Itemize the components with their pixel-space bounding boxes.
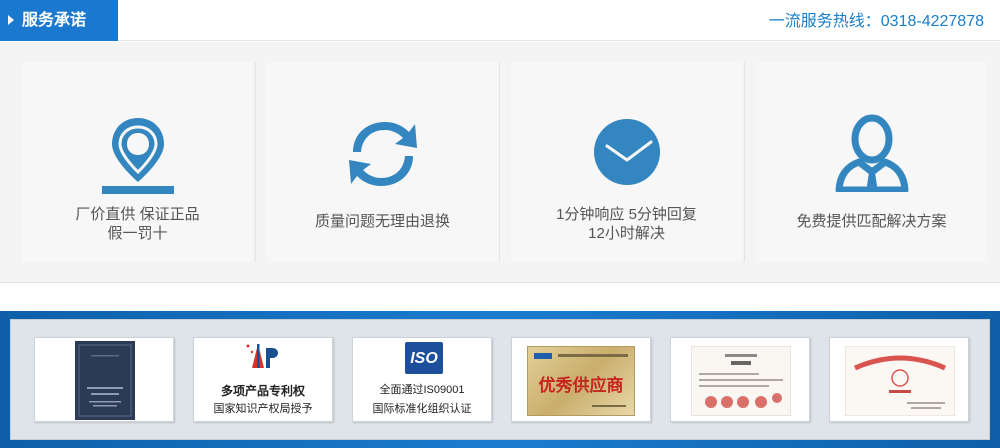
certificate-strip: 多项产品专利权 国家知识产权局授予 ISO 全面通过IS09001 国际标准化组… (10, 319, 990, 440)
location-pin-icon (101, 118, 174, 194)
iso-logo-icon: ISO (405, 342, 443, 374)
certificate-card[interactable] (829, 337, 969, 422)
panel-divider (499, 62, 500, 262)
tab-label: 服务承诺 (22, 12, 87, 29)
certificate-caption: 国际标准化组织认证 (372, 403, 472, 415)
certificate-card[interactable] (670, 337, 810, 422)
triangle-right-icon (8, 15, 14, 25)
clock-icon (593, 119, 660, 185)
panel-divider (744, 62, 745, 262)
promise-line-2: 假一罚十 (107, 225, 168, 242)
plaque-line (558, 354, 628, 357)
support-person-icon (835, 114, 908, 192)
service-hotline: 一流服务热线：0318-4227878 (768, 13, 984, 30)
exchange-arrows-icon (348, 122, 417, 186)
certificate-card-iso[interactable]: ISO 全面通过IS09001 国际标准化组织认证 (352, 337, 492, 422)
certificate-card[interactable] (34, 337, 174, 422)
promise-fast-response: 1分钟响应 5分钟回复 12小时解决 (511, 62, 742, 262)
certificate-band: 多项产品专利权 国家知识产权局授予 ISO 全面通过IS09001 国际标准化组… (0, 311, 1000, 448)
certificate-caption: 多项产品专利权 (220, 384, 305, 398)
certificate-booklet-icon (75, 341, 135, 420)
promise-factory-direct: 厂价直供 保证正品 假一罚十 (22, 62, 253, 262)
promise-line-1: 厂价直供 保证正品 (75, 206, 200, 223)
promise-line-2: 12小时解决 (588, 225, 665, 242)
certificate-document-icon (691, 346, 791, 416)
iso-logo-text: ISO (410, 350, 438, 367)
award-plaque-icon: 优秀供应商 (527, 346, 635, 416)
promise-line-1: 免费提供匹配解决方案 (796, 213, 947, 230)
service-promise-tab[interactable]: 服务承诺 (0, 0, 118, 41)
plaque-line (592, 405, 626, 407)
plaque-logo (534, 353, 552, 359)
certificate-caption: 全面通过IS09001 (379, 384, 465, 396)
promise-free-solution: 免费提供匹配解决方案 (756, 62, 987, 262)
promise-line-1: 质量问题无理由退换 (314, 213, 450, 230)
section-header: 服务承诺 一流服务热线：0318-4227878 (0, 0, 1000, 41)
panel-divider (255, 62, 256, 262)
plaque-text: 优秀供应商 (538, 376, 624, 395)
promise-panels: 厂价直供 保证正品 假一罚十 质量问题无理由退换 1分钟响应 5分钟回复 12小… (0, 42, 1000, 283)
famous-trademark-certificate-icon (845, 346, 955, 416)
certificate-caption: 国家知识产权局授予 (213, 403, 313, 415)
promise-line-1: 1分钟响应 5分钟回复 (556, 206, 697, 223)
certificate-card[interactable]: 优秀供应商 (511, 337, 651, 422)
certificate-card-patent[interactable]: 多项产品专利权 国家知识产权局授予 (193, 337, 333, 422)
promise-quality-return: 质量问题无理由退换 (267, 62, 498, 262)
patent-logo-icon (246, 344, 278, 368)
